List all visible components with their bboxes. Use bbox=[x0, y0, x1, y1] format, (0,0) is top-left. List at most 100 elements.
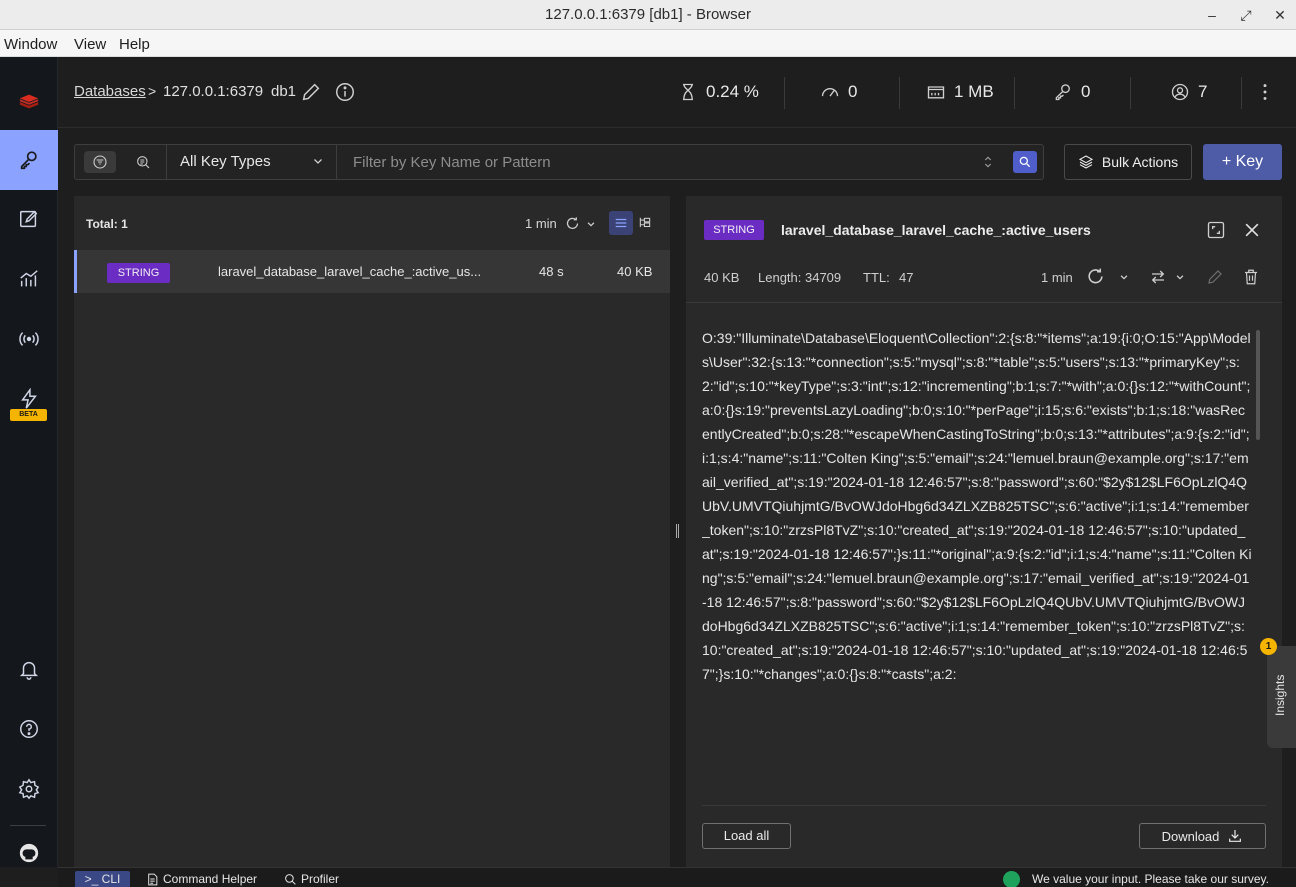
tree-view-button[interactable] bbox=[633, 211, 657, 235]
info-icon[interactable] bbox=[334, 81, 356, 103]
stat-keys: 0 bbox=[1053, 81, 1090, 103]
profiler-label: Profiler bbox=[301, 872, 340, 886]
edit-pencil-icon[interactable] bbox=[300, 81, 322, 103]
key-list-panel: Total: 1 1 min STRING laravel_database_l… bbox=[74, 196, 670, 867]
bulk-actions-button[interactable]: Bulk Actions bbox=[1064, 144, 1192, 180]
gear-icon bbox=[18, 778, 40, 800]
stat-divider bbox=[1130, 77, 1131, 109]
sidebar-item-settings[interactable] bbox=[0, 760, 58, 818]
search-icon bbox=[1019, 156, 1031, 168]
close-window-icon[interactable]: ✕ bbox=[1269, 4, 1291, 26]
more-menu-icon[interactable] bbox=[1254, 81, 1276, 103]
profiler-icon bbox=[285, 873, 296, 885]
breadcrumb-databases[interactable]: Databases bbox=[74, 83, 146, 100]
stat-divider bbox=[899, 77, 900, 109]
key-list-row[interactable]: STRING laravel_database_laravel_cache_:a… bbox=[74, 250, 670, 293]
vector-search-button[interactable] bbox=[127, 151, 159, 173]
expand-icon[interactable] bbox=[1206, 220, 1226, 240]
menu-view[interactable]: View bbox=[74, 36, 106, 53]
sidebar-item-pubsub[interactable] bbox=[0, 310, 58, 368]
key-type-select[interactable]: All Key Types bbox=[167, 145, 337, 179]
menu-help[interactable]: Help bbox=[119, 36, 150, 53]
download-button[interactable]: Download bbox=[1139, 823, 1266, 849]
sidebar-item-browser[interactable] bbox=[0, 130, 58, 190]
stat-ops-value: 0 bbox=[848, 82, 858, 101]
detail-length: Length: 34709 bbox=[758, 270, 842, 285]
key-size: 40 KB bbox=[617, 264, 653, 279]
trash-icon[interactable] bbox=[1242, 268, 1260, 286]
help-icon bbox=[20, 720, 38, 738]
key-details-panel: STRING laravel_database_laravel_cache_:a… bbox=[686, 196, 1282, 867]
key-search-input[interactable] bbox=[338, 145, 978, 179]
filter-mode-button[interactable] bbox=[84, 151, 116, 173]
analysis-icon bbox=[20, 270, 38, 287]
insights-count-badge: 1 bbox=[1260, 638, 1277, 655]
survey-link[interactable]: We value your input. Please take our sur… bbox=[1032, 872, 1269, 886]
detail-type-badge: STRING bbox=[704, 220, 764, 240]
close-icon[interactable] bbox=[1242, 220, 1262, 240]
breadcrumb-db: db1 bbox=[271, 83, 297, 100]
add-key-button[interactable]: + Key bbox=[1203, 144, 1282, 180]
survey-icon[interactable] bbox=[1003, 871, 1020, 887]
refresh-icon[interactable] bbox=[1086, 267, 1105, 286]
panel-resize-handle[interactable] bbox=[676, 524, 679, 538]
bottom-bar: >_ CLI Command Helper Profiler We value … bbox=[58, 867, 1296, 887]
key-type-value: All Key Types bbox=[180, 153, 271, 170]
memory-icon bbox=[927, 86, 945, 99]
bulk-actions-label: Bulk Actions bbox=[1101, 154, 1179, 170]
search-button[interactable] bbox=[1013, 151, 1037, 173]
load-all-button[interactable]: Load all bbox=[702, 823, 791, 849]
sidebar-item-github[interactable] bbox=[0, 833, 58, 873]
stat-divider bbox=[1014, 77, 1015, 109]
key-value-text[interactable]: O:39:"Illuminate\Database\Eloquent\Colle… bbox=[702, 326, 1252, 776]
insights-tab[interactable]: Insights bbox=[1267, 646, 1296, 748]
key-icon bbox=[1055, 84, 1070, 101]
maximize-icon[interactable]: ⤢ bbox=[1235, 4, 1257, 26]
pubsub-icon bbox=[19, 332, 39, 346]
triggers-icon bbox=[21, 388, 37, 409]
sidebar-item-workbench[interactable] bbox=[0, 190, 58, 248]
sort-icon[interactable] bbox=[980, 154, 996, 170]
value-scrollbar[interactable] bbox=[1256, 330, 1260, 440]
view-toggle bbox=[609, 211, 657, 235]
sidebar-divider bbox=[10, 825, 46, 826]
sidebar: BETA bbox=[0, 57, 58, 867]
refresh-icon[interactable] bbox=[565, 216, 580, 231]
github-icon bbox=[19, 843, 39, 863]
stat-clients: 7 bbox=[1170, 81, 1207, 103]
format-switch-icon[interactable] bbox=[1149, 268, 1167, 286]
sidebar-item-help[interactable] bbox=[0, 700, 58, 758]
command-helper-button[interactable]: Command Helper bbox=[146, 872, 257, 886]
tree-view-icon bbox=[639, 217, 651, 228]
list-view-button[interactable] bbox=[609, 211, 633, 235]
detail-key-name[interactable]: laravel_database_laravel_cache_:active_u… bbox=[781, 222, 1091, 238]
key-list-header: Total: 1 1 min bbox=[74, 196, 670, 250]
profiler-button[interactable]: Profiler bbox=[284, 872, 339, 886]
stat-ops: 0 bbox=[820, 81, 857, 103]
detail-ttl-value[interactable]: 47 bbox=[899, 270, 913, 285]
sidebar-item-analysis[interactable] bbox=[0, 250, 58, 308]
chevron-down-icon[interactable] bbox=[1175, 272, 1185, 282]
document-icon bbox=[148, 873, 158, 885]
download-icon bbox=[1229, 830, 1242, 842]
stat-clients-value: 7 bbox=[1198, 82, 1208, 101]
chevron-down-icon[interactable] bbox=[586, 219, 596, 229]
key-ttl: 48 s bbox=[539, 264, 564, 279]
layers-icon bbox=[1078, 155, 1093, 169]
key-name: laravel_database_laravel_cache_:active_u… bbox=[218, 264, 480, 279]
breadcrumb-host: 127.0.0.1:6379 bbox=[163, 83, 264, 100]
cli-button[interactable]: >_ CLI bbox=[75, 871, 130, 887]
detail-divider bbox=[686, 302, 1282, 303]
redis-logo-icon[interactable] bbox=[0, 73, 58, 131]
stat-cpu: 0.24 % bbox=[678, 81, 759, 103]
minimize-icon[interactable]: – bbox=[1201, 4, 1223, 26]
edit-pencil-icon[interactable] bbox=[1206, 268, 1224, 286]
sidebar-item-notifications[interactable] bbox=[0, 640, 58, 698]
window-title: 127.0.0.1:6379 [db1] - Browser bbox=[545, 6, 751, 23]
filter-bar: All Key Types bbox=[74, 144, 1044, 180]
cpu-icon bbox=[683, 83, 693, 101]
menu-window[interactable]: Window bbox=[4, 36, 57, 53]
beta-badge: BETA bbox=[10, 409, 47, 421]
download-label: Download bbox=[1161, 828, 1220, 844]
chevron-down-icon[interactable] bbox=[1119, 272, 1129, 282]
